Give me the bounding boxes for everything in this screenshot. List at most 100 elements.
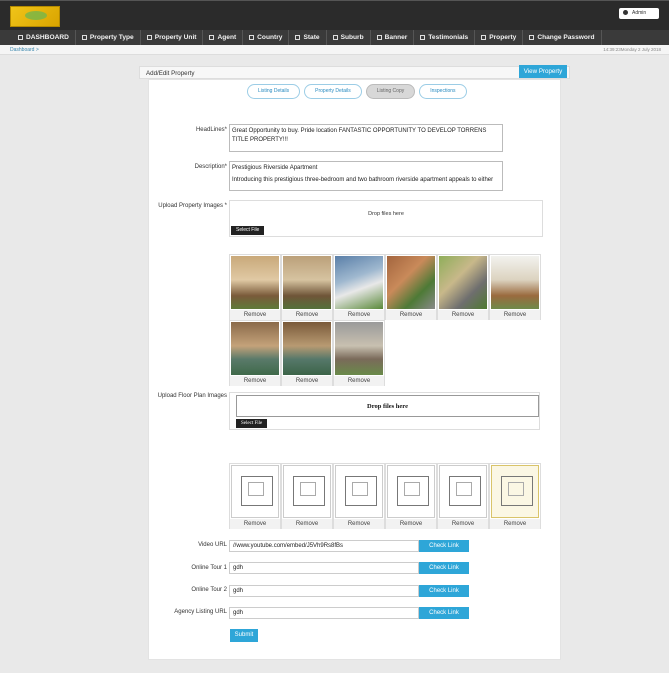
property-photo [387, 256, 435, 309]
check-link-button-video[interactable]: Check Link [419, 540, 469, 552]
doc-icon [146, 35, 152, 40]
top-bar: Admin [0, 0, 669, 30]
remove-button[interactable]: Remove [282, 310, 332, 320]
property-photo [335, 322, 383, 375]
remove-button[interactable]: Remove [230, 376, 280, 386]
doc-icon [81, 35, 87, 40]
remove-button[interactable]: Remove [230, 519, 280, 529]
nav-label: Suburb [340, 34, 364, 41]
doc-icon [481, 35, 487, 40]
floorplan-dropzone[interactable]: Drop files here Select File [229, 392, 540, 430]
description-line: Prestigious Riverside Apartment [232, 165, 318, 171]
headlines-field[interactable]: Great Opportunity to buy. Pride location… [229, 124, 503, 152]
main-nav: DASHBOARD Property Type Property Unit Ag… [0, 30, 669, 45]
video-url-input[interactable]: //www.youtube.com/embed/J5Vh9Rs8fBs [229, 540, 419, 552]
nav-label: Property [489, 34, 517, 41]
remove-button[interactable]: Remove [490, 519, 540, 529]
doc-icon [376, 35, 382, 40]
floorplan-thumb: Remove [489, 463, 541, 529]
nav-suburb[interactable]: Suburb [327, 30, 371, 45]
floorplan-thumb: Remove [229, 463, 281, 529]
remove-button[interactable]: Remove [438, 519, 488, 529]
floorplan-drop-area[interactable]: Drop files here [236, 395, 539, 417]
edit-property-panel: Listing Details Property Details Listing… [148, 79, 561, 660]
panel-header: Add/Edit Property View Property [139, 65, 570, 79]
image-thumb: Remove [281, 320, 333, 386]
check-link-button-tour-2[interactable]: Check Link [419, 585, 469, 597]
floorplan-thumb: Remove [385, 463, 437, 529]
nav-agent[interactable]: Agent [203, 30, 244, 45]
nav-state[interactable]: State [289, 30, 327, 45]
tab-listing-copy[interactable]: Listing Copy [365, 84, 416, 99]
nav-property-unit[interactable]: Property Unit [141, 30, 204, 45]
image-dropzone[interactable]: Drop files here Select File [229, 200, 543, 237]
doc-icon [529, 35, 535, 40]
nav-label: Agent [217, 34, 237, 41]
remove-button[interactable]: Remove [282, 519, 332, 529]
online-tour-1-input[interactable]: gdh [229, 562, 419, 574]
remove-button[interactable]: Remove [282, 376, 332, 386]
doc-icon [332, 35, 338, 40]
floorplan-image [439, 465, 487, 518]
property-photo [439, 256, 487, 309]
nav-testimonials[interactable]: Testimonials [414, 30, 476, 45]
floorplan-image [283, 465, 331, 518]
description-line: Introducing this prestigious three-bedro… [232, 177, 494, 183]
view-property-button[interactable]: View Property [519, 65, 567, 78]
home-icon [18, 35, 23, 40]
user-icon [623, 10, 628, 16]
video-url-label: Video URL [198, 542, 227, 548]
doc-icon [420, 35, 426, 40]
tab-property-details[interactable]: Property Details [304, 84, 362, 99]
nav-banner[interactable]: Banner [371, 30, 415, 45]
admin-menu-button[interactable]: Admin [619, 8, 659, 19]
tab-inspections[interactable]: Inspections [419, 84, 467, 99]
agency-listing-input[interactable]: gdh [229, 607, 419, 619]
image-thumb: Remove [333, 320, 385, 386]
nav-property-type[interactable]: Property Type [76, 30, 141, 45]
nav-label: DASHBOARD [26, 34, 69, 41]
property-photo [491, 256, 539, 309]
nav-change-password[interactable]: Change Password [523, 30, 602, 45]
nav-label: Property Unit [154, 34, 197, 41]
description-label: Description* [194, 164, 227, 170]
nav-property[interactable]: Property [475, 30, 524, 45]
select-file-button[interactable]: Select File [236, 419, 268, 428]
floorplan-thumb: Remove [281, 463, 333, 529]
select-file-button[interactable]: Select File [231, 226, 265, 235]
description-field[interactable]: Prestigious Riverside Apartment Introduc… [229, 161, 503, 191]
nav-label: Property Type [89, 34, 134, 41]
doc-icon [295, 35, 301, 40]
floorplan-thumb: Remove [437, 463, 489, 529]
floorplan-image [231, 465, 279, 518]
nav-country[interactable]: Country [243, 30, 290, 45]
upload-floor-label: Upload Floor Plan Images [157, 393, 227, 399]
remove-button[interactable]: Remove [438, 310, 488, 320]
site-logo[interactable] [10, 6, 60, 27]
nav-label: Change Password [537, 34, 595, 41]
upload-images-label: Upload Property Images * [158, 203, 227, 209]
image-thumb: Remove [281, 254, 333, 320]
property-photo [283, 256, 331, 309]
drop-text: Drop files here [367, 403, 408, 410]
check-link-button-agency[interactable]: Check Link [419, 607, 469, 619]
headlines-label: HeadLines* [195, 127, 227, 133]
remove-button[interactable]: Remove [386, 310, 436, 320]
remove-button[interactable]: Remove [230, 310, 280, 320]
remove-button[interactable]: Remove [386, 519, 436, 529]
breadcrumb[interactable]: Dashboard > [10, 47, 39, 53]
admin-label: Admin [632, 10, 647, 16]
remove-button[interactable]: Remove [490, 310, 540, 320]
image-thumb: Remove [229, 320, 281, 386]
image-thumb: Remove [385, 254, 437, 320]
remove-button[interactable]: Remove [334, 310, 384, 320]
online-tour-2-input[interactable]: gdh [229, 585, 419, 597]
check-link-button-tour-1[interactable]: Check Link [419, 562, 469, 574]
submit-button[interactable]: Submit [230, 629, 258, 642]
remove-button[interactable]: Remove [334, 519, 384, 529]
remove-button[interactable]: Remove [334, 376, 384, 386]
tab-listing-details[interactable]: Listing Details [247, 84, 301, 99]
floorplan-image [491, 465, 539, 518]
nav-dashboard[interactable]: DASHBOARD [12, 30, 76, 45]
property-photo [283, 322, 331, 375]
